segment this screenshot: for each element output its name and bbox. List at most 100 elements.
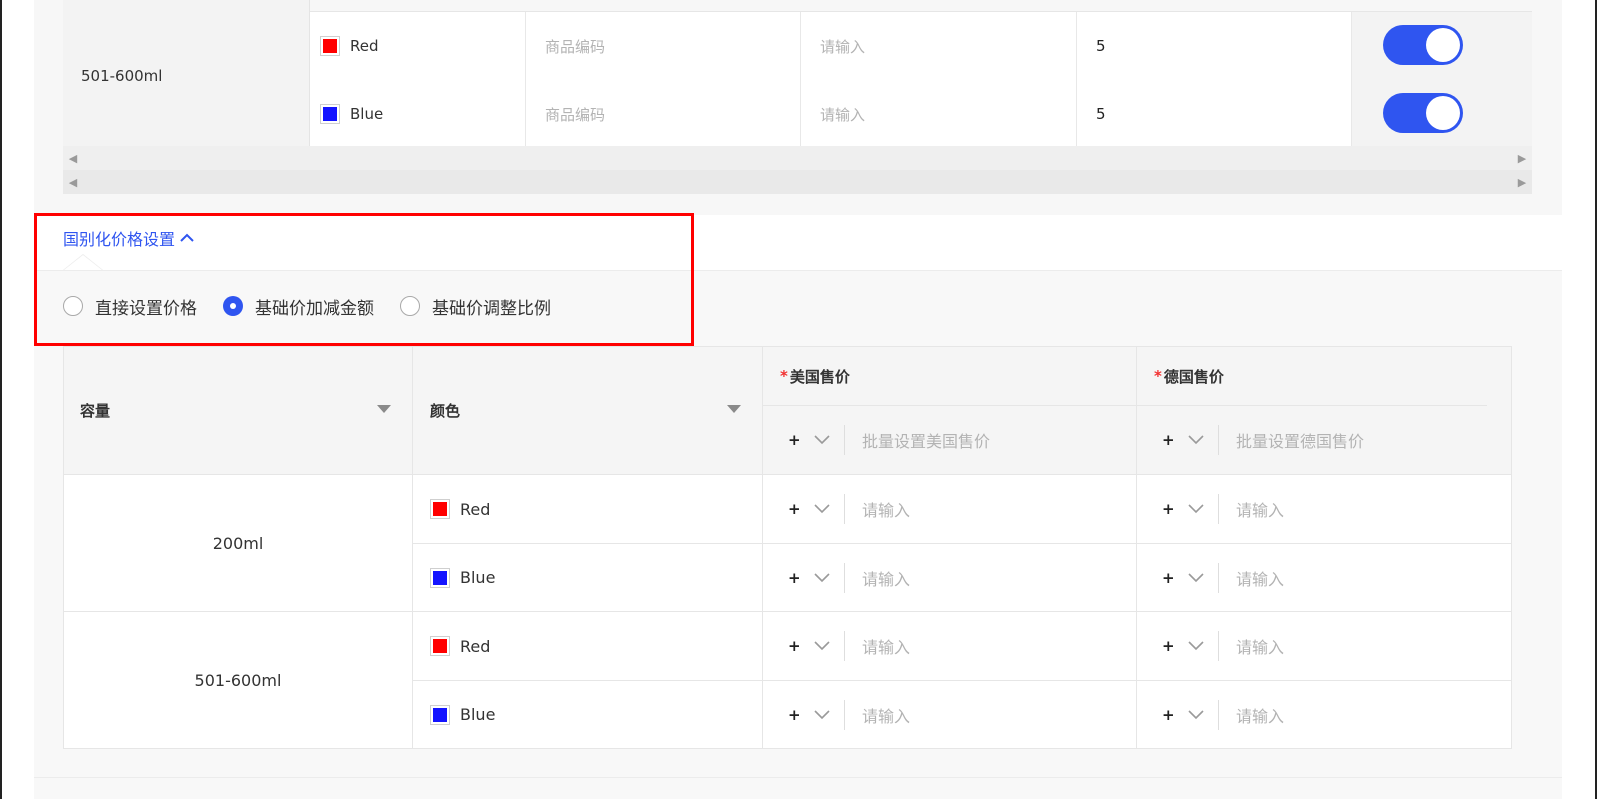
- scroll-right-icon[interactable]: ▶: [1512, 146, 1532, 170]
- placeholder-text: 请输入: [1236, 501, 1285, 520]
- header-label: 美国售价: [789, 367, 850, 386]
- header-label: 容量: [80, 402, 111, 420]
- batch-us-price-input[interactable]: + 批量设置美国售价: [788, 421, 990, 459]
- color-cell: Red: [430, 475, 490, 543]
- capacity-filter-icon[interactable]: [377, 405, 391, 413]
- sign-select[interactable]: +: [1162, 500, 1176, 518]
- header-us-price: * 美国售价: [780, 359, 850, 393]
- capacity-cell: 501-600ml: [63, 0, 310, 152]
- color-cell: Blue: [310, 80, 526, 148]
- chevron-down-icon[interactable]: [814, 641, 830, 651]
- chevron-down-icon[interactable]: [814, 573, 830, 583]
- quantity-value: 5: [1096, 37, 1106, 55]
- required-mark: *: [780, 367, 788, 385]
- chevron-down-icon[interactable]: [814, 710, 830, 720]
- de-price-input[interactable]: + 请输入: [1162, 627, 1284, 665]
- placeholder-text: 商品编码: [545, 37, 606, 56]
- color-name: Red: [350, 37, 379, 55]
- value-input[interactable]: 请输入: [801, 80, 1077, 148]
- color-name: Blue: [460, 568, 496, 587]
- de-price-input[interactable]: + 请输入: [1162, 490, 1284, 528]
- color-cell: Blue: [430, 681, 495, 748]
- switch-cell: [1352, 80, 1532, 148]
- color-name: Red: [460, 636, 491, 656]
- capacity-cell: 501-600ml: [64, 612, 412, 748]
- placeholder-text: 商品编码: [545, 105, 606, 124]
- scroll-right-icon[interactable]: ▶: [1512, 170, 1532, 194]
- sign-select[interactable]: +: [1162, 637, 1176, 655]
- quantity-value: 5: [1096, 105, 1106, 123]
- panel-bottom-divider: [34, 777, 1562, 778]
- required-mark: *: [1154, 367, 1162, 385]
- value-input[interactable]: 请输入: [801, 12, 1077, 80]
- sign-select[interactable]: +: [788, 431, 802, 449]
- header-label: 颜色: [430, 402, 461, 420]
- sign-select[interactable]: +: [788, 706, 802, 724]
- chevron-down-icon[interactable]: [814, 504, 830, 514]
- color-name: Blue: [460, 705, 496, 724]
- red-swatch-icon: [430, 499, 450, 519]
- sign-select[interactable]: +: [1162, 569, 1176, 587]
- header-divider: [763, 405, 1487, 406]
- quantity-field[interactable]: 5: [1077, 12, 1352, 80]
- placeholder-text: 请输入: [862, 638, 911, 657]
- sign-select[interactable]: +: [788, 500, 802, 518]
- enable-toggle[interactable]: [1383, 25, 1463, 65]
- batch-de-price-input[interactable]: + 批量设置德国售价: [1162, 421, 1364, 459]
- quantity-field[interactable]: 5: [1077, 80, 1352, 148]
- us-price-input[interactable]: + 请输入: [788, 559, 910, 597]
- capacity-label: 501-600ml: [194, 670, 282, 690]
- enable-toggle[interactable]: [1383, 93, 1463, 133]
- scroll-left-icon[interactable]: ◀: [63, 170, 83, 194]
- header-capacity: 容量: [80, 347, 110, 474]
- blue-swatch-icon: [320, 104, 340, 124]
- color-cell: Red: [310, 12, 526, 80]
- de-price-input[interactable]: + 请输入: [1162, 559, 1284, 597]
- capacity-label: 501-600ml: [81, 67, 163, 85]
- switch-cell: [1352, 12, 1532, 80]
- sign-select[interactable]: +: [1162, 431, 1176, 449]
- product-code-input[interactable]: 商品编码: [526, 12, 801, 80]
- sign-select[interactable]: +: [1162, 706, 1176, 724]
- chevron-down-icon[interactable]: [1188, 641, 1204, 651]
- placeholder-text: 批量设置德国售价: [1236, 432, 1365, 451]
- country-price-table: 容量 颜色 * 美国售价 * 德国售价 + 批量设置美国售价 + 批量设置德国售…: [63, 346, 1512, 749]
- sign-select[interactable]: +: [788, 637, 802, 655]
- chevron-down-icon[interactable]: [1188, 710, 1204, 720]
- blue-swatch-icon: [430, 704, 450, 725]
- chevron-down-icon[interactable]: [1188, 573, 1204, 583]
- horizontal-scrollbar[interactable]: ◀ ▶: [63, 146, 1532, 170]
- column-divider: [1136, 347, 1137, 748]
- color-name: Red: [460, 499, 491, 519]
- placeholder-text: 请输入: [1236, 570, 1285, 589]
- capacity-cell: 200ml: [64, 475, 412, 611]
- us-price-input[interactable]: + 请输入: [788, 490, 910, 528]
- color-cell: Red: [430, 612, 490, 680]
- chevron-down-icon[interactable]: [1188, 435, 1204, 445]
- header-label: 德国售价: [1163, 367, 1224, 386]
- column-divider: [412, 347, 413, 748]
- placeholder-text: 请输入: [862, 501, 911, 520]
- table-row: Blue 商品编码 请输入 5: [310, 80, 1532, 149]
- chevron-down-icon[interactable]: [814, 435, 830, 445]
- row-divider: [413, 680, 1511, 681]
- row-divider: [413, 543, 1511, 544]
- placeholder-text: 批量设置美国售价: [862, 432, 991, 451]
- us-price-input[interactable]: + 请输入: [788, 696, 910, 734]
- placeholder-text: 请输入: [1236, 638, 1285, 657]
- red-swatch-icon: [320, 36, 340, 56]
- sign-select[interactable]: +: [788, 569, 802, 587]
- placeholder-text: 请输入: [820, 105, 866, 124]
- chevron-down-icon[interactable]: [1188, 504, 1204, 514]
- horizontal-scrollbar[interactable]: ◀ ▶: [63, 170, 1532, 194]
- red-swatch-icon: [430, 636, 450, 656]
- column-divider: [762, 347, 763, 748]
- scroll-left-icon[interactable]: ◀: [63, 146, 83, 170]
- de-price-input[interactable]: + 请输入: [1162, 696, 1284, 734]
- us-price-input[interactable]: + 请输入: [788, 627, 910, 665]
- color-cell: Blue: [430, 544, 495, 611]
- color-filter-icon[interactable]: [727, 405, 741, 413]
- placeholder-text: 请输入: [862, 570, 911, 589]
- header-de-price: * 德国售价: [1154, 359, 1224, 393]
- product-code-input[interactable]: 商品编码: [526, 80, 801, 148]
